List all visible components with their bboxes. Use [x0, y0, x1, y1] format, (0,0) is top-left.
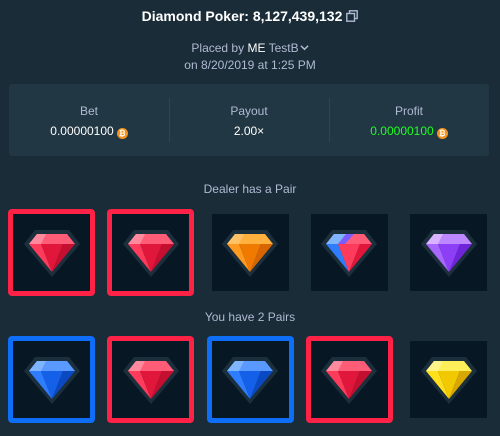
- diamond-gem-icon: [420, 356, 477, 404]
- placed-info: Placed by ME TestB on 8/20/2019 at 1:25 …: [0, 40, 500, 74]
- player-card-1: [8, 336, 95, 423]
- diamond-gem-icon: [122, 229, 179, 277]
- profit-label: Profit: [394, 104, 423, 118]
- dealer-hand: [8, 209, 492, 296]
- chevron-down-icon[interactable]: [299, 43, 309, 52]
- dealer-hand-label: Dealer has a Pair: [203, 182, 297, 196]
- stat-bet: Bet 0.00000100 ₿: [9, 84, 169, 156]
- diamond-gem-icon: [222, 229, 278, 277]
- bet-value-row: 0.00000100 ₿: [9, 124, 169, 139]
- bitcoin-icon: ₿: [436, 128, 448, 139]
- player-card-3: [206, 336, 294, 423]
- username[interactable]: TestB: [269, 41, 299, 55]
- placed-by-line: Placed by ME TestB: [0, 40, 500, 57]
- stat-profit: Profit 0.00000100 ₿: [329, 84, 489, 156]
- bitcoin-icon: ₿: [116, 128, 128, 139]
- placed-by-label: Placed by: [191, 41, 245, 55]
- bet-stats-panel: Bet 0.00000100 ₿ Payout 2.00× Profit 0.00…: [9, 84, 489, 156]
- game-title: Diamond Poker: 8,127,439,132: [141, 8, 343, 24]
- diamond-gem-icon: [420, 229, 477, 277]
- payout-label: Payout: [230, 104, 268, 118]
- profit-value: 0.00000100: [370, 124, 434, 138]
- diamond-gem-icon: [222, 356, 278, 404]
- bet-value: 0.00000100: [50, 124, 114, 138]
- payout-value: 2.00×: [233, 124, 265, 138]
- diamond-gem-icon: [23, 356, 80, 404]
- dealer-card-1: [8, 209, 95, 296]
- profit-value-row: 0.00000100 ₿: [329, 124, 489, 139]
- player-card-2: [107, 336, 195, 423]
- player-hand-label: You have 2 Pairs: [204, 310, 296, 324]
- diamond-gem-icon: [321, 356, 378, 404]
- dealer-card-4: [305, 209, 393, 296]
- player-card-5: [405, 336, 492, 423]
- placed-date: on 8/20/2019 at 1:25 PM: [184, 58, 316, 72]
- player-hand: [8, 336, 492, 423]
- diamond-gem-icon: [321, 229, 378, 277]
- copy-icon[interactable]: [346, 10, 359, 22]
- dealer-card-3: [206, 209, 294, 296]
- diamond-gem-icon: [23, 229, 80, 277]
- diamond-gem-icon: [122, 356, 179, 404]
- stat-payout: Payout 2.00×: [169, 84, 329, 156]
- bet-label: Bet: [79, 104, 98, 118]
- player-card-4: [305, 336, 393, 423]
- bet-title: Diamond Poker: 8,127,439,132: [0, 6, 500, 26]
- user-tag[interactable]: ME: [247, 41, 265, 55]
- dealer-card-2: [107, 209, 195, 296]
- dealer-card-5: [405, 209, 492, 296]
